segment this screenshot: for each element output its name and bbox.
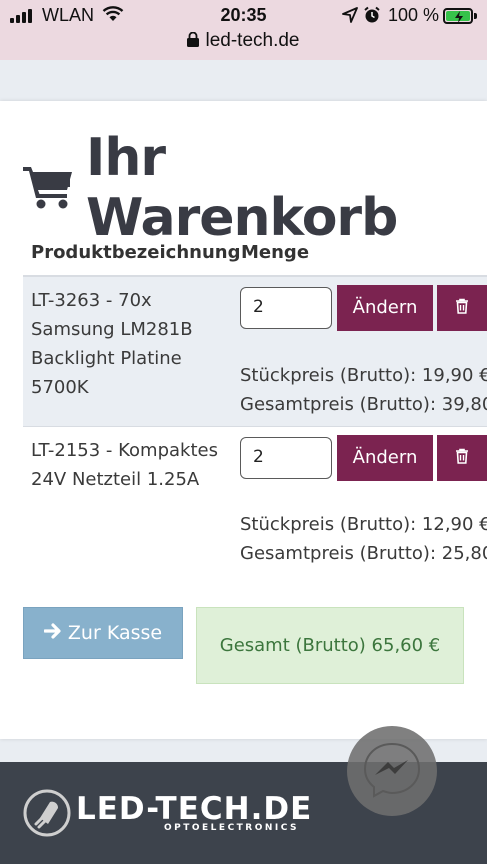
messenger-chat-button[interactable] xyxy=(347,726,437,816)
alarm-icon xyxy=(363,6,381,29)
trash-icon xyxy=(455,448,469,468)
update-quantity-button[interactable]: Ändern xyxy=(337,435,433,481)
unit-price: Stückpreis (Brutto): 12,90 € xyxy=(240,514,487,535)
checkout-button[interactable]: Zur Kasse xyxy=(23,607,183,659)
total-price: Gesamtpreis (Brutto): 25,80 € xyxy=(240,543,487,564)
quantity-input[interactable]: 2 xyxy=(240,287,332,329)
product-name-line: Samsung LM281B xyxy=(31,319,193,340)
product-name-line: 5700K xyxy=(31,377,89,398)
checkout-label: Zur Kasse xyxy=(67,622,163,644)
delete-item-button[interactable] xyxy=(437,285,487,331)
page-heading: Ihr Warenkorb xyxy=(86,128,398,248)
trash-icon xyxy=(455,298,469,318)
product-name-line: LT-2153 - Kompaktes xyxy=(31,440,218,461)
product-name: LT-2153 - Kompaktes 24V Netzteil 1.25A xyxy=(31,436,218,494)
product-name-line: LT-3263 - 70x xyxy=(31,290,152,311)
delete-item-button[interactable] xyxy=(437,435,487,481)
update-quantity-button[interactable]: Ändern xyxy=(337,285,433,331)
messenger-icon xyxy=(361,738,423,804)
cart-item-row: LT-2153 - Kompaktes 24V Netzteil 1.25A 2… xyxy=(23,427,487,587)
cart-total: Gesamt (Brutto) 65,60 € xyxy=(196,607,464,684)
battery-percent: 100 % xyxy=(388,5,440,25)
cart-item-row: LT-3263 - 70x Samsung LM281B Backlight P… xyxy=(23,277,487,426)
product-name: LT-3263 - 70x Samsung LM281B Backlight P… xyxy=(31,286,193,402)
product-name-line: Backlight Platine xyxy=(31,348,182,369)
address-bar[interactable]: led-tech.de xyxy=(0,30,487,53)
quantity-input[interactable]: 2 xyxy=(240,437,332,479)
location-icon xyxy=(342,7,358,28)
product-name-line: 24V Netzteil 1.25A xyxy=(31,469,200,490)
footer-logo-subtext: OPTOELECTRONICS xyxy=(164,823,300,833)
battery-tip xyxy=(474,13,477,19)
column-header-quantity: Menge xyxy=(241,242,310,263)
page-title: Ihr Warenkorb xyxy=(22,128,487,248)
arrow-right-icon xyxy=(43,622,62,645)
logo-bulb-icon xyxy=(22,788,72,842)
column-header-product: Produktbezeichnung xyxy=(31,242,241,263)
shopping-cart-icon xyxy=(22,163,74,213)
status-bar: WLAN 20:35 100 % led-tech.de xyxy=(0,0,487,60)
battery-icon xyxy=(443,8,473,24)
unit-price: Stückpreis (Brutto): 19,90 € xyxy=(240,365,487,386)
footer-logo-text: LED-TECH.DE xyxy=(76,791,313,827)
lock-icon xyxy=(187,31,200,53)
url-text: led-tech.de xyxy=(205,30,300,51)
total-price: Gesamtpreis (Brutto): 39,80 € xyxy=(240,394,487,415)
